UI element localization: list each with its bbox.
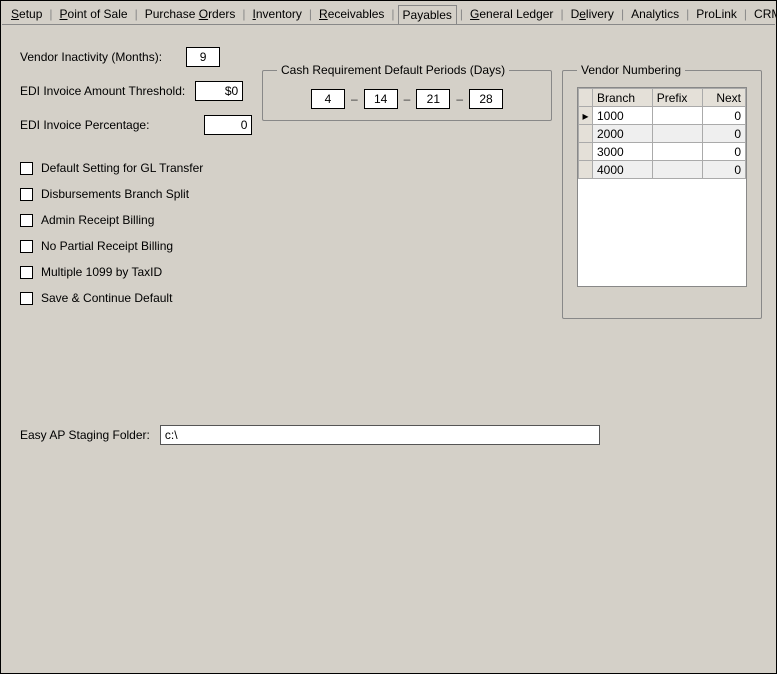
cell-prefix[interactable] xyxy=(652,143,702,161)
checkbox-multi-1099-label: Multiple 1099 by TaxID xyxy=(41,265,162,279)
cell-branch[interactable]: 2000 xyxy=(593,125,653,143)
table-row[interactable]: ▸ 1000 0 xyxy=(579,107,746,125)
checkbox-gl-transfer[interactable] xyxy=(20,162,33,175)
cell-next[interactable]: 0 xyxy=(703,125,746,143)
row-header xyxy=(579,161,593,179)
tab-receivables[interactable]: Receivables xyxy=(315,5,388,23)
tab-separator: | xyxy=(457,7,466,21)
tab-separator: | xyxy=(306,7,315,21)
cell-next[interactable]: 0 xyxy=(703,161,746,179)
col-prefix[interactable]: Prefix xyxy=(652,89,702,107)
tab-general-ledger[interactable]: General Ledger xyxy=(466,5,557,23)
row-header xyxy=(579,125,593,143)
cell-next[interactable]: 0 xyxy=(703,143,746,161)
tab-separator: | xyxy=(239,7,248,21)
col-next[interactable]: Next xyxy=(703,89,746,107)
grid-corner xyxy=(579,89,593,107)
tab-crm[interactable]: CRM xyxy=(750,5,777,23)
cash-period-4[interactable] xyxy=(469,89,503,109)
checkbox-multi-1099[interactable] xyxy=(20,266,33,279)
tab-bar: Setup | Point of Sale | Purchase Orders … xyxy=(1,1,776,25)
checkbox-no-partial-label: No Partial Receipt Billing xyxy=(41,239,173,253)
edi-threshold-label: EDI Invoice Amount Threshold: xyxy=(20,84,185,98)
staging-folder-input[interactable] xyxy=(160,425,600,445)
table-row[interactable]: 2000 0 xyxy=(579,125,746,143)
edi-percentage-label: EDI Invoice Percentage: xyxy=(20,118,149,132)
checkbox-save-continue-label: Save & Continue Default xyxy=(41,291,172,305)
vendor-numbering-grid[interactable]: Branch Prefix Next ▸ 1000 0 xyxy=(578,88,746,179)
edi-threshold-input[interactable] xyxy=(195,81,243,101)
cash-period-1[interactable] xyxy=(311,89,345,109)
tab-separator: | xyxy=(741,7,750,21)
tab-setup[interactable]: Setup xyxy=(7,5,46,23)
cash-requirement-group: Cash Requirement Default Periods (Days) … xyxy=(262,63,552,121)
tab-inventory[interactable]: Inventory xyxy=(249,5,306,23)
vendor-numbering-legend: Vendor Numbering xyxy=(577,63,685,77)
tab-separator: | xyxy=(388,7,397,21)
tab-point-of-sale[interactable]: Point of Sale xyxy=(56,5,132,23)
tab-separator: | xyxy=(46,7,55,21)
checkbox-branch-split[interactable] xyxy=(20,188,33,201)
tab-separator: | xyxy=(683,7,692,21)
checkbox-branch-split-label: Disbursements Branch Split xyxy=(41,187,189,201)
tab-payables[interactable]: Payables xyxy=(398,5,457,25)
checkbox-admin-receipt-label: Admin Receipt Billing xyxy=(41,213,154,227)
checkbox-save-continue[interactable] xyxy=(20,292,33,305)
tab-prolink[interactable]: ProLink xyxy=(692,5,741,23)
tab-analytics[interactable]: Analytics xyxy=(627,5,683,23)
cell-branch[interactable]: 3000 xyxy=(593,143,653,161)
cell-prefix[interactable] xyxy=(652,125,702,143)
cash-requirement-legend: Cash Requirement Default Periods (Days) xyxy=(277,63,509,77)
cell-next[interactable]: 0 xyxy=(703,107,746,125)
checkbox-admin-receipt[interactable] xyxy=(20,214,33,227)
staging-folder-label: Easy AP Staging Folder: xyxy=(20,428,150,442)
dash-separator: – xyxy=(351,92,358,106)
edi-percentage-input[interactable] xyxy=(204,115,252,135)
tab-separator: | xyxy=(132,7,141,21)
cell-prefix[interactable] xyxy=(652,161,702,179)
checkbox-gl-transfer-label: Default Setting for GL Transfer xyxy=(41,161,203,175)
table-row[interactable]: 3000 0 xyxy=(579,143,746,161)
tab-delivery[interactable]: Delivery xyxy=(567,5,618,23)
vendor-inactivity-label: Vendor Inactivity (Months): xyxy=(20,50,162,64)
dash-separator: – xyxy=(456,92,463,106)
tab-separator: | xyxy=(618,7,627,21)
cell-branch[interactable]: 1000 xyxy=(593,107,653,125)
cell-prefix[interactable] xyxy=(652,107,702,125)
cell-branch[interactable]: 4000 xyxy=(593,161,653,179)
row-header xyxy=(579,143,593,161)
dash-separator: – xyxy=(404,92,411,106)
vendor-numbering-group: Vendor Numbering Branch Prefix Next ▸ xyxy=(562,63,762,319)
col-branch[interactable]: Branch xyxy=(593,89,653,107)
row-marker-icon: ▸ xyxy=(579,107,593,125)
table-row[interactable]: 4000 0 xyxy=(579,161,746,179)
cash-period-3[interactable] xyxy=(416,89,450,109)
checkbox-no-partial[interactable] xyxy=(20,240,33,253)
tab-separator: | xyxy=(557,7,566,21)
cash-period-2[interactable] xyxy=(364,89,398,109)
tab-purchase-orders[interactable]: Purchase Orders xyxy=(141,5,240,23)
vendor-inactivity-input[interactable] xyxy=(186,47,220,67)
